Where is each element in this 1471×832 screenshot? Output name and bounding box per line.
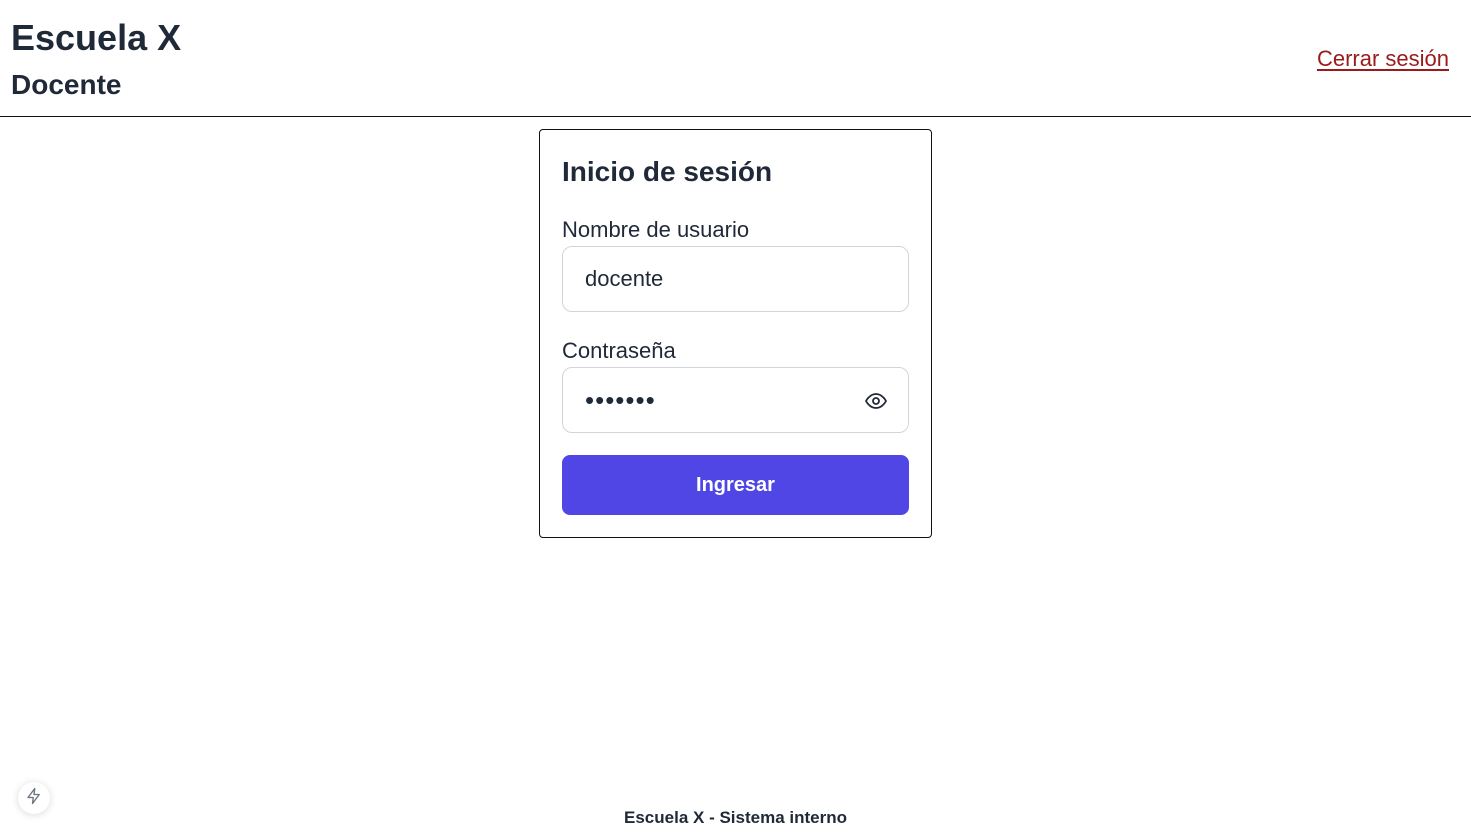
eye-icon[interactable] — [864, 389, 888, 413]
footer-text: Escuela X - Sistema interno — [624, 808, 847, 827]
page-header: Escuela X Docente Cerrar sesión — [0, 0, 1471, 117]
devtools-badge[interactable] — [18, 782, 50, 814]
username-field-container — [562, 246, 909, 312]
password-input[interactable] — [585, 368, 845, 432]
app-title: Escuela X — [11, 17, 182, 58]
role-title: Docente — [11, 69, 122, 100]
lightning-icon — [25, 787, 43, 810]
username-label: Nombre de usuario — [562, 217, 750, 242]
login-title: Inicio de sesión — [562, 156, 773, 187]
password-field-container — [562, 367, 909, 433]
logout-link[interactable]: Cerrar sesión — [1317, 44, 1449, 74]
username-input[interactable] — [585, 247, 845, 311]
login-submit-button[interactable]: Ingresar — [562, 455, 909, 515]
password-label: Contraseña — [562, 338, 676, 363]
login-card: Inicio de sesión Nombre de usuario Contr… — [539, 129, 932, 538]
